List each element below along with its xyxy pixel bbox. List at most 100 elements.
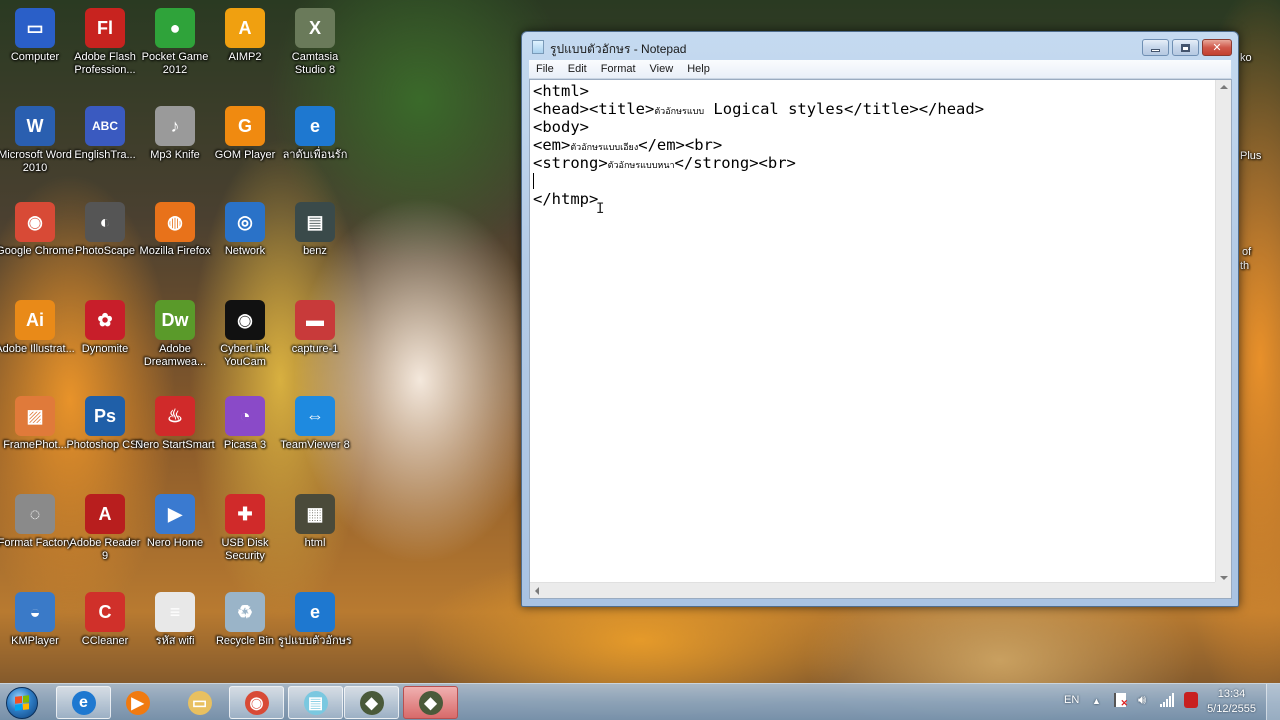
desktop-icon[interactable]: ▬ capture-1 (280, 294, 350, 384)
desktop-icon-label: Google Chrome (0, 245, 74, 257)
desktop-icon[interactable]: ≡ รหัส wifi (140, 586, 210, 676)
desktop-icon[interactable]: Ps Photoshop CS5 (66, 390, 144, 480)
network-signal-icon[interactable] (1160, 693, 1174, 707)
title-bar[interactable]: รูปแบบตัวอักษร - Notepad ✕ (522, 32, 1238, 60)
desktop-icon-label-partial[interactable]: th (1240, 260, 1249, 272)
menu-help[interactable]: Help (680, 63, 717, 75)
taskbar-internet-explorer[interactable]: e (56, 686, 111, 719)
internet-explorer-icon: e (295, 592, 335, 632)
scroll-down-icon[interactable] (1220, 576, 1228, 580)
photoshop-icon: Ps (85, 396, 125, 436)
minimize-button[interactable] (1142, 39, 1169, 56)
desktop-icon[interactable]: G GOM Player (210, 100, 280, 190)
desktop-icon[interactable]: A Adobe Reader 9 (70, 488, 140, 578)
computer-icon: ▭ (15, 8, 55, 48)
text-file-icon: ≡ (155, 592, 195, 632)
code-line-cursor (533, 172, 1215, 190)
desktop-icon[interactable]: ◒ KMPlayer (0, 586, 70, 676)
desktop-icon[interactable]: ▭ Computer (0, 2, 70, 92)
desktop-icon[interactable]: ◉ CyberLink YouCam (210, 294, 280, 384)
scroll-left-icon[interactable] (535, 587, 539, 595)
taskbar: e ▶ ▭ ◉ ▤ ◆ ◆ EN ▲ ✕ 🔊︎ 13:34 5/12/2555 (0, 683, 1280, 720)
text-editor[interactable]: <html> <head><title>ตัวอักษรแบบ Logical … (529, 79, 1232, 599)
desktop-icon[interactable]: ◌ Format Factory (0, 488, 72, 578)
camtasia-recorder-icon: ◆ (359, 690, 384, 715)
windows-logo-icon (15, 695, 29, 711)
desktop-icon[interactable]: ◎ Network (210, 196, 280, 286)
desktop-icon[interactable]: Ai Adobe Illustrat... (0, 294, 75, 384)
desktop-icon[interactable]: ♨ Nero StartSmart (135, 390, 215, 480)
desktop-icon[interactable]: ▨ FramePhot... (0, 390, 70, 480)
desktop-icon[interactable]: W Microsoft Word 2010 (0, 100, 72, 190)
menu-file[interactable]: File (529, 63, 561, 75)
desktop-icon[interactable]: ✿ Dynomite (70, 294, 140, 384)
taskbar-notepad[interactable]: ▤ (288, 686, 343, 719)
show-hidden-icons-button[interactable]: ▲ (1092, 696, 1101, 706)
desktop-icon[interactable]: A AIMP2 (210, 2, 280, 92)
desktop-icon-label: PhotoScape (75, 245, 135, 257)
desktop-icon[interactable]: ✚ USB Disk Security (210, 488, 280, 578)
windows-explorer-icon: ▭ (187, 690, 212, 715)
menu-view[interactable]: View (643, 63, 681, 75)
action-center-icon[interactable]: ✕ (1114, 693, 1128, 708)
text-content[interactable]: <html> <head><title>ตัวอักษรแบบ Logical … (530, 80, 1218, 585)
vertical-scrollbar[interactable] (1215, 80, 1231, 585)
folder-icon: ▤ (295, 202, 335, 242)
firefox-icon: ◍ (155, 202, 195, 242)
desktop-icon[interactable]: ♻ Recycle Bin (210, 586, 280, 676)
desktop-icon[interactable]: Fl Adobe Flash Profession... (70, 2, 140, 92)
code-line: <head><title>ตัวอักษรแบบ Logical styles<… (533, 100, 1215, 118)
code-text: Logical styles</title></head> (704, 100, 985, 118)
desktop-icon[interactable]: ▤ benz (280, 196, 350, 286)
kmplayer-icon: ◒ (15, 592, 55, 632)
desktop-icon-label-partial[interactable]: ko (1240, 52, 1252, 64)
desktop-icon[interactable]: ◔ Picasa 3 (210, 390, 280, 480)
desktop-icon-label: ลาดับเพื่อนรัก (282, 149, 348, 161)
taskbar-windows-media-player[interactable]: ▶ (110, 686, 165, 719)
scroll-corner (1215, 582, 1231, 598)
desktop-icon[interactable]: ◉ Google Chrome (0, 196, 74, 286)
desktop-icon-label-partial[interactable]: of (1242, 246, 1251, 258)
clock[interactable]: 13:34 5/12/2555 (1207, 687, 1256, 717)
language-indicator[interactable]: EN (1064, 694, 1079, 706)
taskbar-camtasia-recorder[interactable]: ◆ (344, 686, 399, 719)
maximize-button[interactable] (1172, 39, 1199, 56)
adobe-flash-icon: Fl (85, 8, 125, 48)
desktop-icon-label: Adobe Reader 9 (69, 537, 141, 562)
desktop-icon[interactable]: Dw Adobe Dreamwea... (140, 294, 210, 384)
taskbar-google-chrome[interactable]: ◉ (229, 686, 284, 719)
desktop-icon[interactable]: ▦ html (280, 488, 350, 578)
desktop-icon[interactable]: ● Pocket Game 2012 (140, 2, 210, 92)
code-line: </htmp> (533, 190, 599, 208)
volume-icon[interactable]: 🔊︎ (1138, 692, 1146, 708)
desktop-icon[interactable]: ⇔ TeamViewer 8 (280, 390, 350, 480)
menu-edit[interactable]: Edit (561, 63, 594, 75)
start-button[interactable] (6, 687, 38, 719)
desktop-icon-label-partial[interactable]: Plus (1240, 150, 1261, 162)
menu-format[interactable]: Format (594, 63, 643, 75)
desktop-icon[interactable]: ▶ Nero Home (140, 488, 210, 578)
close-button[interactable]: ✕ (1202, 39, 1232, 56)
desktop-icon-label: FramePhot... (3, 439, 67, 451)
desktop-icon-label: CyberLink YouCam (220, 343, 270, 368)
close-icon: ✕ (1212, 41, 1222, 54)
clock-time: 13:34 (1217, 688, 1246, 700)
desktop-icon[interactable]: C CCleaner (70, 586, 140, 676)
taskbar-windows-explorer[interactable]: ▭ (172, 686, 227, 719)
desktop-icon[interactable]: e ลาดับเพื่อนรัก (280, 100, 350, 190)
desktop-icon[interactable]: e รูปแบบตัวอักษร (278, 586, 352, 676)
desktop-icon-label: USB Disk Security (221, 537, 269, 562)
desktop-icon[interactable]: X Camtasia Studio 8 (280, 2, 350, 92)
desktop-icon[interactable]: ◍ Mozilla Firefox (140, 196, 210, 286)
show-desktop-button[interactable] (1266, 684, 1280, 720)
usb-security-tray-icon[interactable] (1184, 692, 1198, 708)
desktop-icon-label: Microsoft Word 2010 (0, 149, 72, 174)
desktop-icon[interactable]: ABC EnglishTra... (70, 100, 140, 190)
code-text: <head><title> (533, 100, 655, 118)
scroll-up-icon[interactable] (1220, 85, 1228, 89)
desktop-icon[interactable]: ♪ Mp3 Knife (140, 100, 210, 190)
internet-explorer-icon: e (71, 690, 96, 715)
taskbar-camtasia-recording[interactable]: ◆ (403, 686, 458, 719)
desktop-icon[interactable]: ◐ PhotoScape (70, 196, 140, 286)
horizontal-scrollbar[interactable] (530, 582, 1218, 598)
